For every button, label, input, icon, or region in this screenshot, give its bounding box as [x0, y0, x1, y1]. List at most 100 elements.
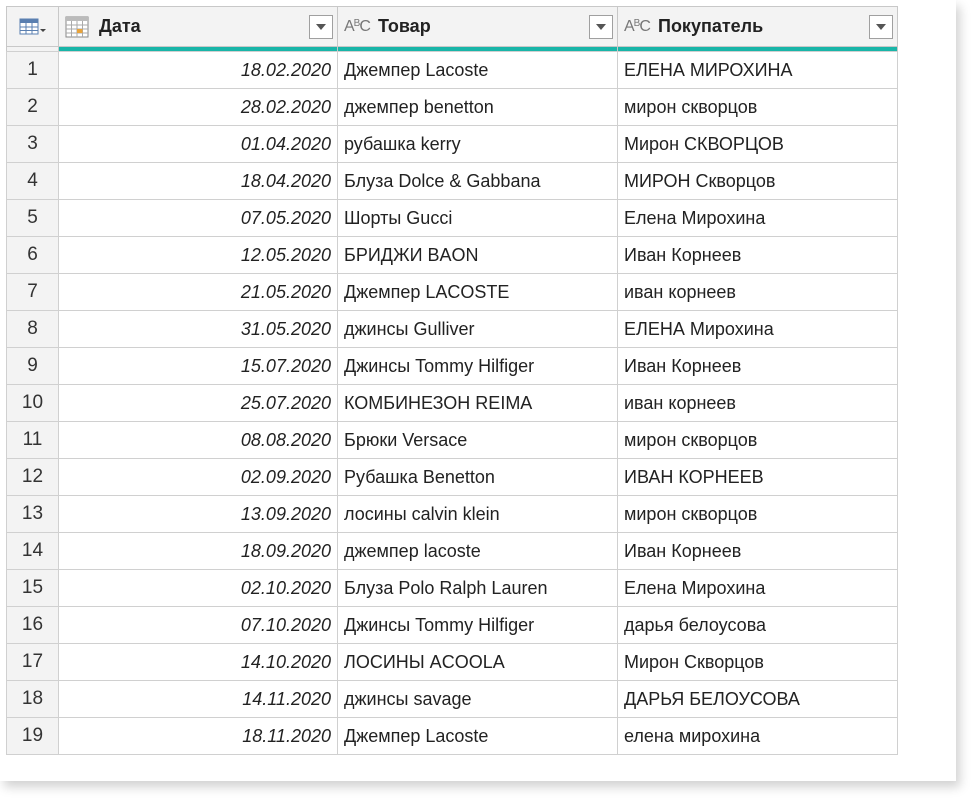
row-number[interactable]: 1: [6, 51, 59, 89]
cell-buyer[interactable]: Мирон СКВОРЦОВ: [617, 125, 898, 163]
cell-item[interactable]: БРИДЖИ BAON: [337, 236, 618, 274]
filter-dropdown-item[interactable]: [589, 14, 613, 39]
table-row[interactable]: 3 01.04.2020 рубашка kerry Мирон СКВОРЦОВ: [6, 125, 898, 163]
table-row[interactable]: 4 18.04.2020 Блуза Dolce & Gabbana МИРОН Ск…: [6, 162, 898, 200]
cell-buyer[interactable]: МИРОН Скворцов: [617, 162, 898, 200]
cell-buyer[interactable]: Иван Корнеев: [617, 236, 898, 274]
table-row[interactable]: 2 28.02.2020 джемпер benetton мирон скворцо…: [6, 88, 898, 126]
table-row[interactable]: 15 02.10.2020 Блуза Polo Ralph Lauren Елена…: [6, 569, 898, 607]
row-number[interactable]: 8: [6, 310, 59, 348]
column-header-item[interactable]: ABC Товар: [337, 6, 618, 47]
cell-date[interactable]: 07.05.2020: [58, 199, 338, 237]
row-number[interactable]: 2: [6, 88, 59, 126]
column-header-date[interactable]: Дата: [58, 6, 338, 47]
filter-dropdown-date[interactable]: [309, 14, 333, 39]
table-menu-button[interactable]: [6, 6, 59, 47]
cell-item[interactable]: Блуза Polo Ralph Lauren: [337, 569, 618, 607]
cell-item[interactable]: Брюки Versace: [337, 421, 618, 459]
cell-date[interactable]: 18.11.2020: [58, 717, 338, 755]
row-number[interactable]: 19: [6, 717, 59, 755]
cell-buyer[interactable]: дарья белоусова: [617, 606, 898, 644]
cell-buyer[interactable]: ЕЛЕНА Мирохина: [617, 310, 898, 348]
cell-date[interactable]: 31.05.2020: [58, 310, 338, 348]
cell-buyer[interactable]: мирон скворцов: [617, 495, 898, 533]
cell-date[interactable]: 07.10.2020: [58, 606, 338, 644]
cell-buyer[interactable]: ИВАН КОРНЕЕВ: [617, 458, 898, 496]
row-number[interactable]: 18: [6, 680, 59, 718]
cell-buyer[interactable]: иван корнеев: [617, 384, 898, 422]
table-row[interactable]: 11 08.08.2020 Брюки Versace мирон скворцов: [6, 421, 898, 459]
cell-date[interactable]: 02.10.2020: [58, 569, 338, 607]
row-number[interactable]: 11: [6, 421, 59, 459]
cell-date[interactable]: 12.05.2020: [58, 236, 338, 274]
row-number[interactable]: 3: [6, 125, 59, 163]
cell-date[interactable]: 13.09.2020: [58, 495, 338, 533]
cell-buyer[interactable]: Мирон Скворцов: [617, 643, 898, 681]
cell-buyer[interactable]: Иван Корнеев: [617, 347, 898, 385]
cell-item[interactable]: Джинсы Tommy Hilfiger: [337, 347, 618, 385]
row-number[interactable]: 5: [6, 199, 59, 237]
row-number[interactable]: 10: [6, 384, 59, 422]
cell-item[interactable]: Блуза Dolce & Gabbana: [337, 162, 618, 200]
table-row[interactable]: 14 18.09.2020 джемпер lacoste Иван Корнеев: [6, 532, 898, 570]
cell-date[interactable]: 28.02.2020: [58, 88, 338, 126]
cell-item[interactable]: рубашка kerry: [337, 125, 618, 163]
table-row[interactable]: 9 15.07.2020 Джинсы Tommy Hilfiger Иван Кор…: [6, 347, 898, 385]
cell-buyer[interactable]: мирон скворцов: [617, 421, 898, 459]
cell-date[interactable]: 18.02.2020: [58, 51, 338, 89]
row-number[interactable]: 13: [6, 495, 59, 533]
column-header-buyer[interactable]: ABC Покупатель: [617, 6, 898, 47]
row-number[interactable]: 7: [6, 273, 59, 311]
row-number[interactable]: 4: [6, 162, 59, 200]
filter-dropdown-buyer[interactable]: [869, 14, 893, 39]
table-row[interactable]: 8 31.05.2020 джинсы Gulliver ЕЛЕНА Мирохина: [6, 310, 898, 348]
cell-buyer[interactable]: иван корнеев: [617, 273, 898, 311]
cell-item[interactable]: Рубашка Benetton: [337, 458, 618, 496]
table-row[interactable]: 7 21.05.2020 Джемпер LACOSTE иван корнеев: [6, 273, 898, 311]
table-row[interactable]: 19 18.11.2020 Джемпер Lacoste елена мирохин…: [6, 717, 898, 755]
cell-buyer[interactable]: ЕЛЕНА МИРОХИНА: [617, 51, 898, 89]
cell-date[interactable]: 02.09.2020: [58, 458, 338, 496]
cell-date[interactable]: 14.10.2020: [58, 643, 338, 681]
cell-date[interactable]: 14.11.2020: [58, 680, 338, 718]
table-row[interactable]: 1 18.02.2020 Джемпер Lacoste ЕЛЕНА МИРОХИНА: [6, 51, 898, 89]
cell-buyer[interactable]: Елена Мирохина: [617, 569, 898, 607]
table-row[interactable]: 18 14.11.2020 джинсы savage ДАРЬЯ БЕЛОУСОВА: [6, 680, 898, 718]
table-row[interactable]: 12 02.09.2020 Рубашка Benetton ИВАН КОРНЕЕВ: [6, 458, 898, 496]
table-row[interactable]: 5 07.05.2020 Шорты Gucci Елена Мирохина: [6, 199, 898, 237]
cell-item[interactable]: джинсы savage: [337, 680, 618, 718]
row-number[interactable]: 9: [6, 347, 59, 385]
row-number[interactable]: 12: [6, 458, 59, 496]
cell-buyer[interactable]: мирон скворцов: [617, 88, 898, 126]
cell-date[interactable]: 01.04.2020: [58, 125, 338, 163]
row-number[interactable]: 16: [6, 606, 59, 644]
cell-date[interactable]: 21.05.2020: [58, 273, 338, 311]
table-row[interactable]: 6 12.05.2020 БРИДЖИ BAON Иван Корнеев: [6, 236, 898, 274]
cell-buyer[interactable]: Елена Мирохина: [617, 199, 898, 237]
cell-item[interactable]: лосины calvin klein: [337, 495, 618, 533]
cell-buyer[interactable]: елена мирохина: [617, 717, 898, 755]
cell-item[interactable]: Джемпер Lacoste: [337, 717, 618, 755]
cell-item[interactable]: Джемпер LACOSTE: [337, 273, 618, 311]
cell-item[interactable]: Джемпер Lacoste: [337, 51, 618, 89]
cell-item[interactable]: джемпер benetton: [337, 88, 618, 126]
cell-item[interactable]: джемпер lacoste: [337, 532, 618, 570]
cell-item[interactable]: джинсы Gulliver: [337, 310, 618, 348]
row-number[interactable]: 14: [6, 532, 59, 570]
row-number[interactable]: 17: [6, 643, 59, 681]
cell-item[interactable]: КОМБИНЕЗОН REIMA: [337, 384, 618, 422]
row-number[interactable]: 15: [6, 569, 59, 607]
cell-item[interactable]: ЛОСИНЫ ACOOLA: [337, 643, 618, 681]
table-row[interactable]: 16 07.10.2020 Джинсы Tommy Hilfiger дарья б…: [6, 606, 898, 644]
cell-date[interactable]: 08.08.2020: [58, 421, 338, 459]
cell-buyer[interactable]: Иван Корнеев: [617, 532, 898, 570]
cell-buyer[interactable]: ДАРЬЯ БЕЛОУСОВА: [617, 680, 898, 718]
table-row[interactable]: 10 25.07.2020 КОМБИНЕЗОН REIMA иван корнеев: [6, 384, 898, 422]
cell-item[interactable]: Джинсы Tommy Hilfiger: [337, 606, 618, 644]
table-row[interactable]: 13 13.09.2020 лосины calvin klein мирон скв…: [6, 495, 898, 533]
cell-item[interactable]: Шорты Gucci: [337, 199, 618, 237]
cell-date[interactable]: 25.07.2020: [58, 384, 338, 422]
cell-date[interactable]: 18.09.2020: [58, 532, 338, 570]
cell-date[interactable]: 15.07.2020: [58, 347, 338, 385]
table-row[interactable]: 17 14.10.2020 ЛОСИНЫ ACOOLA Мирон Скворцов: [6, 643, 898, 681]
